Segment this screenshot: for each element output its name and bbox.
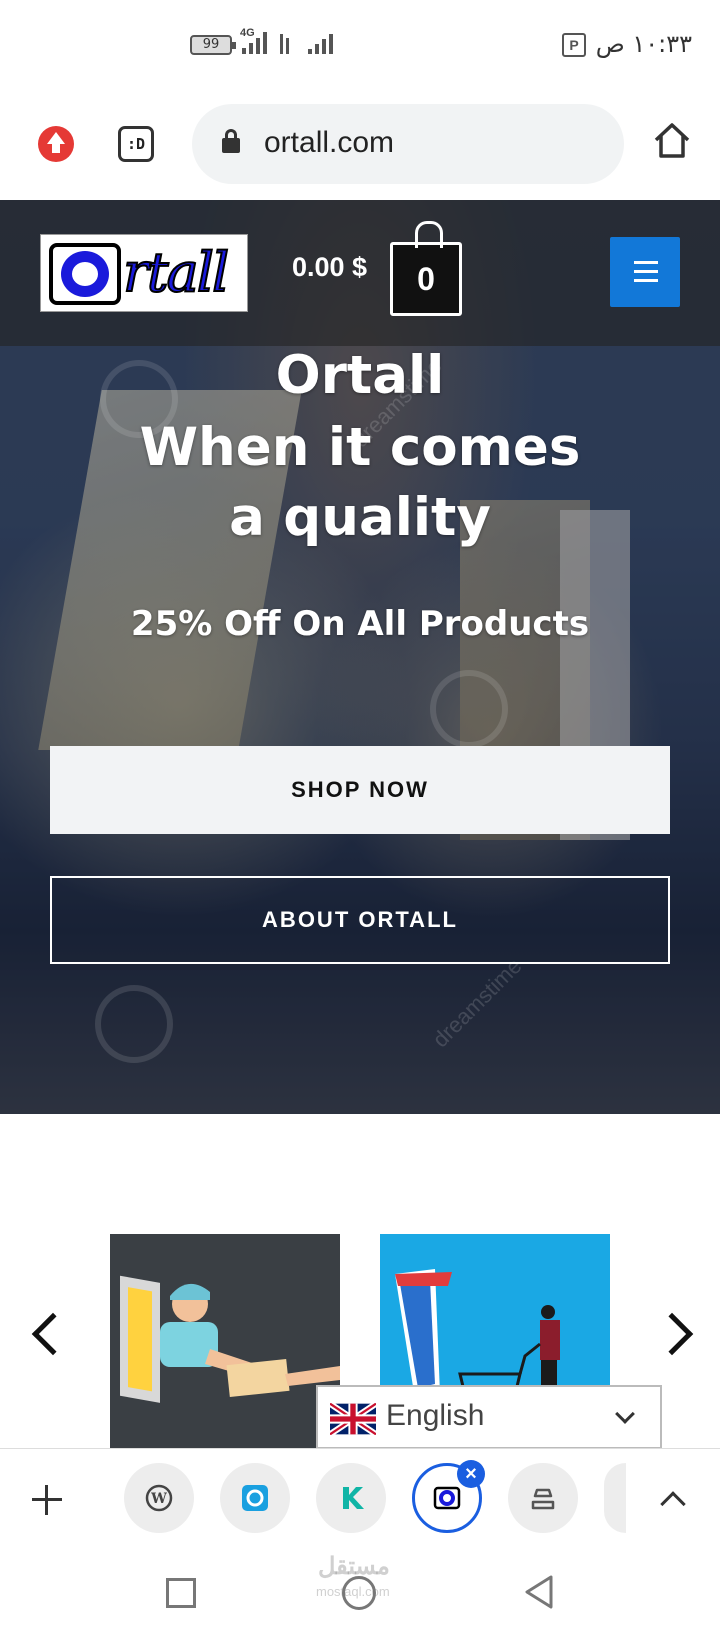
hero-section: dreamstime dreamstime rtall 0.00 $ 0 Ort… — [0, 200, 720, 1114]
hero-title: Ortall — [275, 345, 445, 406]
update-icon[interactable] — [38, 126, 74, 162]
k-app-icon — [343, 1487, 364, 1509]
tab-switcher-button[interactable]: :D — [118, 126, 154, 162]
shop-now-button[interactable]: SHOP NOW — [50, 746, 670, 834]
home-button-icon[interactable] — [342, 1576, 376, 1610]
site-header: rtall 0.00 $ 0 — [0, 200, 720, 346]
clock: ١٠:٣٣ ص — [595, 30, 692, 58]
site-logo[interactable]: rtall — [40, 234, 248, 312]
cart-bag-icon[interactable]: 0 — [390, 221, 462, 316]
recents-icon[interactable] — [166, 1578, 196, 1608]
slider-prev-icon[interactable] — [31, 1312, 75, 1356]
close-tab-icon[interactable]: × — [457, 1460, 485, 1488]
uk-flag-icon — [330, 1403, 376, 1435]
watermark-swirl-icon — [95, 985, 173, 1063]
tab-stack-app[interactable] — [508, 1463, 578, 1533]
hero-offer: 25% Off On All Products — [130, 604, 590, 644]
language-select[interactable]: English — [316, 1385, 662, 1449]
svg-text:W: W — [150, 1491, 167, 1507]
logo-o-icon — [49, 243, 121, 305]
slider-next-icon[interactable] — [650, 1312, 694, 1356]
data-arrows-icon — [280, 32, 289, 54]
stack-icon — [531, 1488, 555, 1510]
document-icon: P — [562, 33, 586, 57]
browser-toolbar: :D ortall.com — [0, 90, 720, 200]
lock-icon — [222, 129, 240, 153]
address-bar[interactable]: ortall.com — [192, 104, 624, 184]
battery-icon: 99 — [190, 35, 236, 55]
home-icon[interactable] — [652, 120, 692, 160]
delivery-illustration — [120, 1275, 340, 1403]
cart-count: 0 — [417, 261, 435, 297]
back-icon[interactable] — [524, 1574, 554, 1610]
cart-total[interactable]: 0.00 $ — [292, 252, 367, 283]
ortall-icon — [433, 1486, 461, 1510]
tab-wordpress[interactable]: W — [124, 1463, 194, 1533]
logo-text: rtall — [122, 240, 230, 305]
chevron-down-icon — [615, 1404, 635, 1424]
tab-strip: W × — [0, 1448, 720, 1546]
language-label: English — [386, 1399, 485, 1432]
signal-icon — [242, 32, 267, 54]
tab-k-app[interactable] — [316, 1463, 386, 1533]
wordpress-icon: W — [145, 1484, 173, 1512]
new-tab-icon[interactable] — [32, 1485, 62, 1515]
tab-ortall-active[interactable]: × — [412, 1460, 485, 1533]
url-text: ortall.com — [264, 126, 395, 159]
chevron-up-icon[interactable] — [660, 1491, 686, 1517]
tab-partial[interactable] — [604, 1463, 626, 1533]
watermark-swirl-icon — [430, 670, 508, 748]
camera-icon — [242, 1485, 268, 1511]
slide-delivery-image[interactable] — [110, 1234, 340, 1448]
status-bar: 99 4G P ١٠:٣٣ ص — [0, 0, 720, 90]
tab-camera-app[interactable] — [220, 1463, 290, 1533]
signal-icon-2 — [308, 32, 333, 54]
hero-subtitle: When it comes a quality — [139, 417, 581, 548]
system-navigation: مستقل mostaql.com — [0, 1546, 720, 1640]
menu-button[interactable] — [610, 237, 680, 307]
about-ortall-button[interactable]: ABOUT ORTALL — [50, 876, 670, 964]
